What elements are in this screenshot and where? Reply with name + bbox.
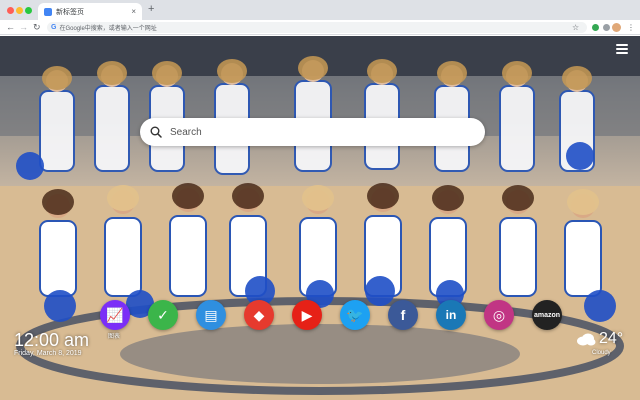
youtube-icon: ▶ [301,307,313,323]
check-icon: ✓ [157,307,169,323]
tab-favicon-icon [44,7,52,16]
search-input[interactable] [170,126,470,138]
page-menu-icon[interactable] [616,44,628,54]
facebook-shortcut[interactable]: f [388,300,418,330]
search-bar[interactable] [140,118,485,146]
instagram-shortcut[interactable]: ◎ [484,300,514,330]
chart-shortcut[interactable]: 📈 [100,300,130,330]
profile-avatar[interactable] [612,23,621,32]
omnibox[interactable]: G 在Google中搜索，或者输入一个网址 [47,22,587,33]
shortcut-label: 图表 [108,334,121,340]
linkedin-shortcut[interactable]: in [436,300,466,330]
forward-icon[interactable]: → [19,22,28,33]
game-icon: ◆ [253,307,265,323]
tab-title: 新标签页 [56,8,84,16]
omnibox-placeholder: 在Google中搜索，或者输入一个网址 [59,26,157,32]
cloud-icon [577,333,596,346]
tab-strip: 新标签页 × + [0,0,640,20]
tab-close-icon[interactable]: × [131,7,136,16]
document-shortcut[interactable]: ▤ [196,300,226,330]
weather-condition: Cloudy [592,350,611,356]
extension-icon-2[interactable] [603,24,610,31]
new-tab-button[interactable]: + [148,4,154,15]
clock: 12:00 am [14,330,90,350]
background-photo [0,36,640,400]
amazon-shortcut[interactable]: amazon [532,300,562,330]
twitter-shortcut[interactable]: 🐦 [340,300,370,330]
back-icon[interactable]: ← [6,22,15,33]
amazon-icon: amazon [533,311,561,319]
window-minimize-button[interactable] [16,7,23,14]
search-icon [150,126,162,138]
chart-icon: 📈 [106,307,124,323]
window-close-button[interactable] [7,7,14,14]
game-shortcut[interactable]: ◆ [244,300,274,330]
reload-icon[interactable]: ↻ [33,22,41,33]
new-tab-page: › 📈图表✓▤◆▶🐦fin◎amazon 12:00 am Friday, Ma… [0,36,640,400]
document-icon: ▤ [204,307,218,323]
shortcut-bar: › 📈图表✓▤◆▶🐦fin◎amazon [100,300,562,340]
extension-icon[interactable] [592,24,599,31]
browser-menu-icon[interactable]: ⋮ [627,22,635,33]
window-maximize-button[interactable] [25,7,32,14]
date: Friday, March 8, 2019 [14,350,82,357]
linkedin-icon: in [445,308,457,322]
instagram-icon: ◎ [492,307,506,323]
check-shortcut[interactable]: ✓ [148,300,178,330]
facebook-icon: f [400,307,406,323]
temperature: 24° [599,330,624,347]
google-icon: G [51,24,57,31]
youtube-shortcut[interactable]: ▶ [292,300,322,330]
twitter-icon: 🐦 [346,307,364,323]
browser-toolbar: ← → ↻ G 在Google中搜索，或者输入一个网址 ☆ ⋮ [0,20,640,35]
bookmark-star-icon[interactable]: ☆ [572,22,579,33]
active-tab[interactable]: 新标签页 × [38,3,142,20]
